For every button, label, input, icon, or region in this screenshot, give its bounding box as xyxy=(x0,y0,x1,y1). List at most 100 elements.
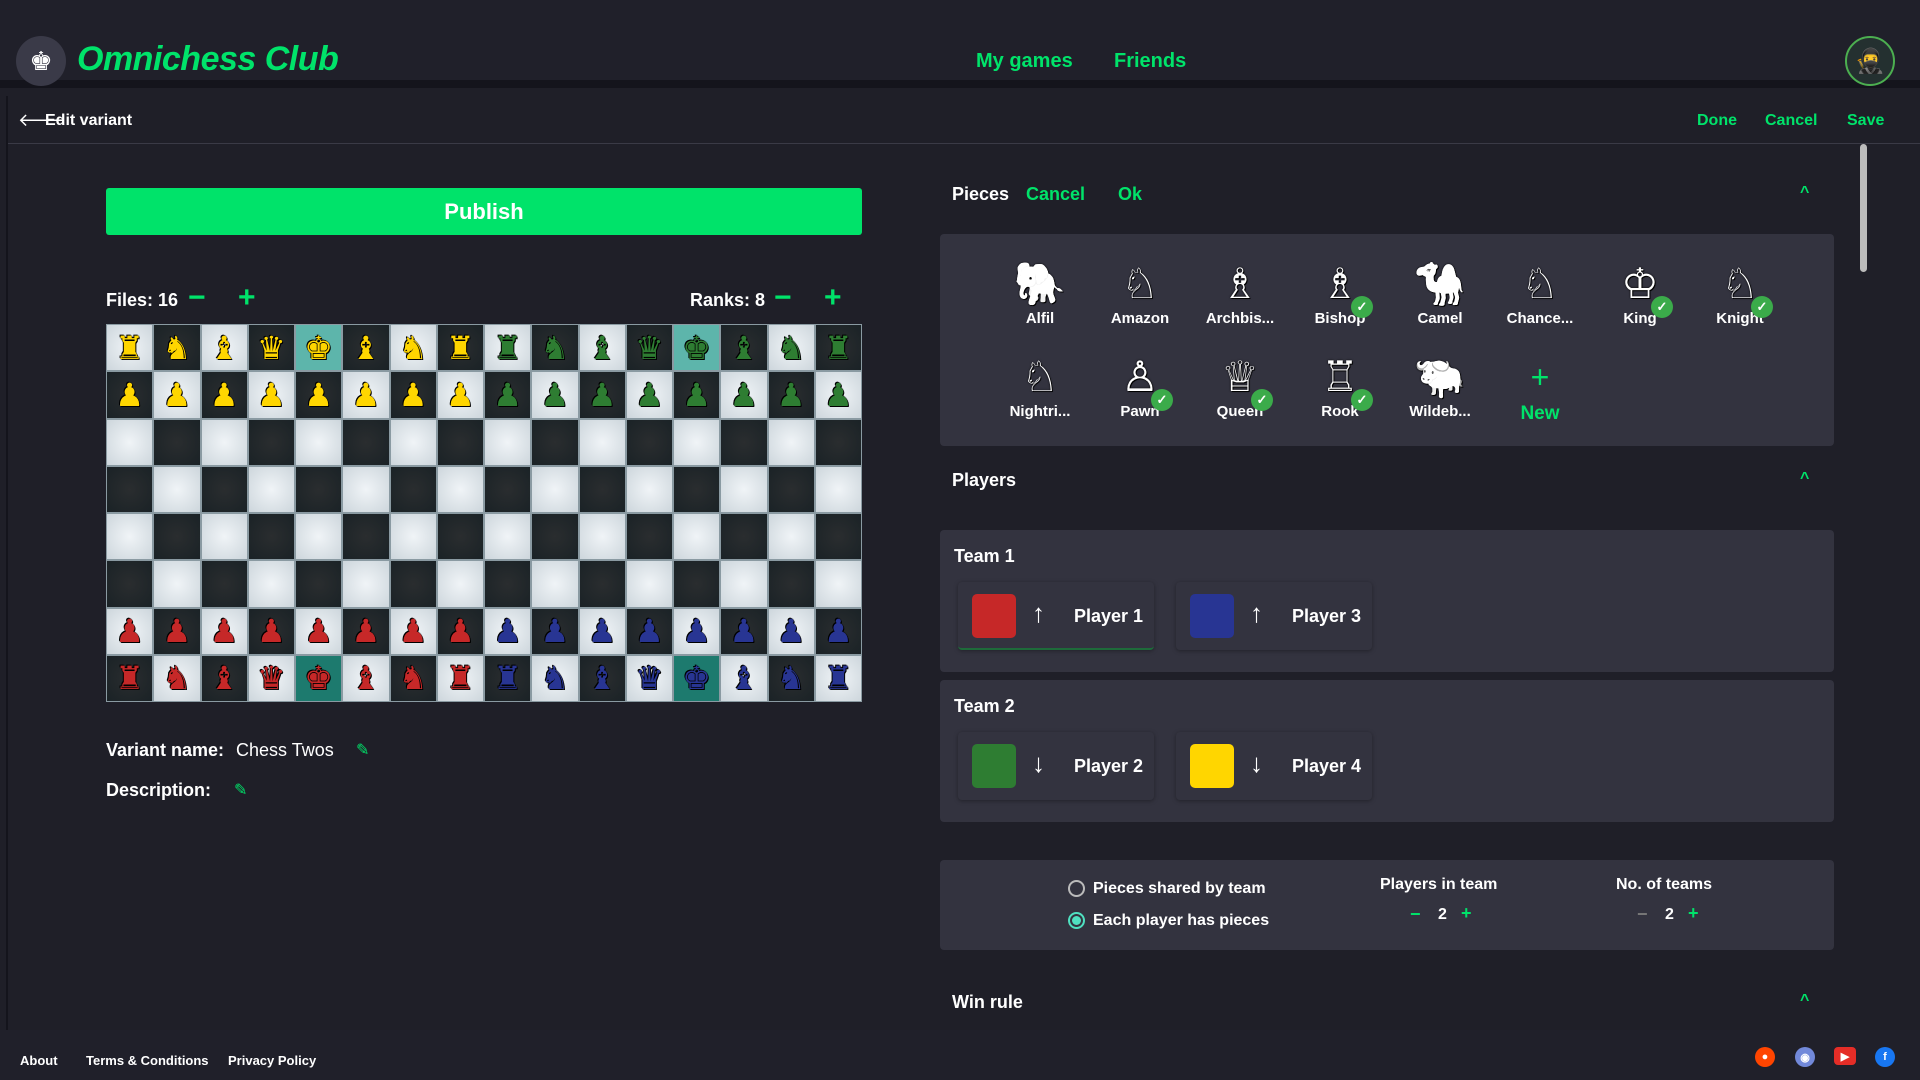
green-pawn-icon[interactable]: ♟ xyxy=(682,379,711,411)
board-square[interactable] xyxy=(767,465,815,513)
board-square[interactable]: ♞ xyxy=(153,324,201,372)
board-square[interactable]: ♝ xyxy=(200,324,248,372)
board-square[interactable]: ♛ xyxy=(247,654,295,702)
board-square[interactable] xyxy=(247,513,295,561)
yellow-rook-icon[interactable]: ♜ xyxy=(115,332,144,364)
board-square[interactable] xyxy=(295,560,343,608)
board-square[interactable] xyxy=(106,513,154,561)
red-pawn-icon[interactable]: ♟ xyxy=(399,615,428,647)
board-square[interactable] xyxy=(342,513,390,561)
ranks-decrement-button[interactable]: − xyxy=(774,282,792,314)
blue-pawn-icon[interactable]: ♟ xyxy=(682,615,711,647)
red-rook-icon[interactable]: ♜ xyxy=(115,662,144,694)
board-square[interactable]: ♜ xyxy=(106,654,154,702)
board-square[interactable] xyxy=(720,465,768,513)
board-square[interactable]: ♟ xyxy=(247,371,295,419)
board-square[interactable]: ♜ xyxy=(484,654,532,702)
board-square[interactable]: ♞ xyxy=(153,654,201,702)
board-square[interactable]: ♞ xyxy=(389,324,437,372)
board-square[interactable] xyxy=(720,560,768,608)
board-square[interactable] xyxy=(200,465,248,513)
red-pawn-icon[interactable]: ♟ xyxy=(163,615,192,647)
yellow-king-icon[interactable]: ♚ xyxy=(304,332,333,364)
board-square[interactable] xyxy=(106,418,154,466)
blue-pawn-icon[interactable]: ♟ xyxy=(730,615,759,647)
win-rule-collapse-chevron-icon[interactable]: ^ xyxy=(1800,992,1809,1010)
green-knight-icon[interactable]: ♞ xyxy=(777,332,806,364)
board-square[interactable] xyxy=(200,560,248,608)
board-square[interactable] xyxy=(625,418,673,466)
board-square[interactable] xyxy=(153,560,201,608)
cancel-button[interactable]: Cancel xyxy=(1765,112,1817,130)
player-1-card[interactable]: ↑ Player 1 xyxy=(958,582,1154,650)
player-1-color-swatch[interactable] xyxy=(972,594,1016,638)
board-square[interactable] xyxy=(247,465,295,513)
board-square[interactable] xyxy=(578,513,626,561)
board-square[interactable]: ♟ xyxy=(153,607,201,655)
board-square[interactable]: ♛ xyxy=(247,324,295,372)
chess-board[interactable]: ♜ ♞ ♝ ♛ ♚ ♝ ♞ ♜ ♜ ♞ ♝ ♛ ♚ ♝ ♞ ♜ ♟ ♟ ♟ ♟ ♟ ♟ ♟ ♟ ♟ ♟ ♟ ♟ ♟ ♟ ♟ ♟ ♟ ♟ ♟ ♟ ♟ ♟ ♟ ♟… xyxy=(106,324,862,702)
scrollbar-thumb[interactable] xyxy=(1860,144,1867,272)
files-decrement-button[interactable]: − xyxy=(188,282,206,314)
board-square[interactable]: ♟ xyxy=(673,607,721,655)
facebook-icon[interactable]: f xyxy=(1875,1047,1895,1067)
edit-description-icon[interactable]: ✎ xyxy=(234,780,247,800)
nav-my-games[interactable]: My games xyxy=(976,50,1073,73)
blue-rook-icon[interactable]: ♜ xyxy=(824,662,853,694)
board-square[interactable]: ♟ xyxy=(200,607,248,655)
num-teams-decrement[interactable]: − xyxy=(1637,904,1648,925)
board-square[interactable] xyxy=(767,418,815,466)
board-square[interactable]: ♜ xyxy=(436,324,484,372)
board-square[interactable] xyxy=(436,418,484,466)
board-square[interactable]: ♟ xyxy=(720,371,768,419)
save-button[interactable]: Save xyxy=(1847,112,1884,130)
board-square[interactable] xyxy=(342,465,390,513)
board-square[interactable]: ♟ xyxy=(673,371,721,419)
red-bishop-icon[interactable]: ♝ xyxy=(210,662,239,694)
board-square[interactable] xyxy=(578,418,626,466)
board-square[interactable] xyxy=(247,418,295,466)
red-bishop-icon[interactable]: ♝ xyxy=(352,662,381,694)
board-square[interactable]: ♝ xyxy=(578,324,626,372)
arrow-up-icon[interactable]: ↑ xyxy=(1032,598,1045,629)
board-square[interactable] xyxy=(531,465,579,513)
board-square[interactable]: ♟ xyxy=(767,371,815,419)
yellow-pawn-icon[interactable]: ♟ xyxy=(257,379,286,411)
yellow-pawn-icon[interactable]: ♟ xyxy=(163,379,192,411)
blue-pawn-icon[interactable]: ♟ xyxy=(777,615,806,647)
piece-option-bishop[interactable]: ♗ Bishop ✓ xyxy=(1295,260,1385,327)
board-square[interactable]: ♜ xyxy=(106,324,154,372)
piece-option-camel[interactable]: 🐪 Camel xyxy=(1395,260,1485,327)
board-square[interactable]: ♟ xyxy=(106,607,154,655)
board-square[interactable]: ♝ xyxy=(578,654,626,702)
piece-option-king[interactable]: ♔ King ✓ xyxy=(1595,260,1685,327)
pieces-ok-button[interactable]: Ok xyxy=(1118,184,1142,205)
done-button[interactable]: Done xyxy=(1697,112,1737,130)
board-square[interactable] xyxy=(578,465,626,513)
board-square[interactable] xyxy=(625,513,673,561)
yellow-knight-icon[interactable]: ♞ xyxy=(163,332,192,364)
blue-queen-icon[interactable]: ♛ xyxy=(635,662,664,694)
piece-option-pawn[interactable]: ♙ Pawn ✓ xyxy=(1095,353,1185,420)
board-square[interactable]: ♟ xyxy=(200,371,248,419)
red-pawn-icon[interactable]: ♟ xyxy=(115,615,144,647)
board-square[interactable]: ♟ xyxy=(484,607,532,655)
red-pawn-icon[interactable]: ♟ xyxy=(446,615,475,647)
blue-rook-icon[interactable]: ♜ xyxy=(493,662,522,694)
red-king-icon[interactable]: ♚ xyxy=(304,662,333,694)
blue-knight-icon[interactable]: ♞ xyxy=(777,662,806,694)
board-square[interactable] xyxy=(295,465,343,513)
board-square[interactable] xyxy=(814,560,862,608)
green-pawn-icon[interactable]: ♟ xyxy=(824,379,853,411)
board-square[interactable]: ♟ xyxy=(106,371,154,419)
board-square[interactable]: ♜ xyxy=(484,324,532,372)
board-square[interactable]: ♞ xyxy=(767,654,815,702)
board-square[interactable]: ♟ xyxy=(247,607,295,655)
piece-option-nightrider[interactable]: ♘ Nightri... xyxy=(995,353,1085,420)
green-pawn-icon[interactable]: ♟ xyxy=(730,379,759,411)
red-knight-icon[interactable]: ♞ xyxy=(399,662,428,694)
publish-button[interactable]: Publish xyxy=(106,188,862,235)
board-square[interactable]: ♜ xyxy=(436,654,484,702)
green-pawn-icon[interactable]: ♟ xyxy=(635,379,664,411)
yellow-pawn-icon[interactable]: ♟ xyxy=(399,379,428,411)
